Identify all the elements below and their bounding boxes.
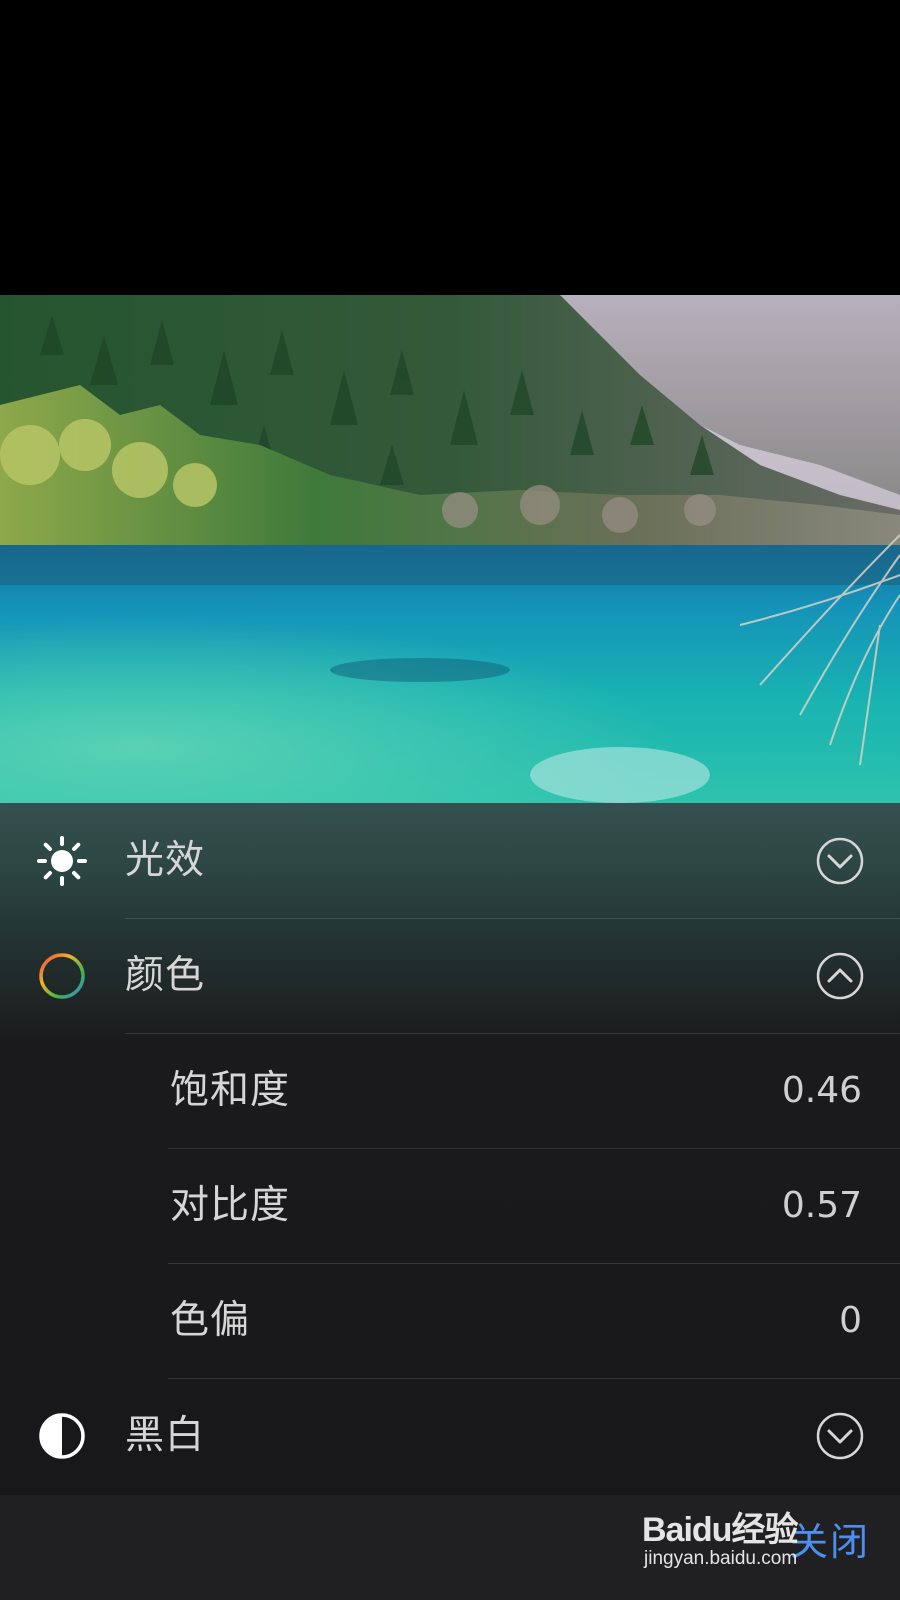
section-bw-label: 黑白 [125,1413,206,1458]
watermark-url: jingyan.baidu.com [644,1548,798,1569]
half-circle-icon [39,1413,85,1459]
contrast-value: 0.57 [781,1185,862,1226]
saturation-value: 0.46 [781,1070,862,1111]
section-color-label: 颜色 [125,953,206,998]
chevron-down-icon[interactable] [816,837,864,885]
chevron-up-icon[interactable] [816,952,864,1000]
contrast-label: 对比度 [170,1183,291,1228]
photo-preview [0,295,900,803]
adjustments-panel: 光效 颜色 饱和度 0.46 对比度 0.57 色偏 0 黑白 [0,803,900,1495]
sun-icon [37,836,87,886]
adjust-contrast[interactable]: 对比度 0.57 [0,1148,900,1263]
adjust-saturation[interactable]: 饱和度 0.46 [0,1033,900,1148]
adjust-cast[interactable]: 色偏 0 [0,1263,900,1378]
color-ring-icon [39,953,85,999]
section-color[interactable]: 颜色 [0,918,900,1033]
saturation-label: 饱和度 [170,1068,291,1113]
cast-label: 色偏 [170,1298,251,1343]
photo-editor-screen: 光效 颜色 饱和度 0.46 对比度 0.57 色偏 0 黑白 关闭 Baidu… [0,0,900,1600]
watermark-brand: Baidu经验 [642,1511,798,1549]
chevron-down-icon[interactable] [816,1412,864,1460]
section-bw[interactable]: 黑白 [0,1378,900,1493]
section-light-label: 光效 [125,838,206,883]
section-light[interactable]: 光效 [0,803,900,918]
cast-value: 0 [839,1300,862,1341]
watermark: Baidu经验 jingyan.baidu.com [642,1500,842,1590]
